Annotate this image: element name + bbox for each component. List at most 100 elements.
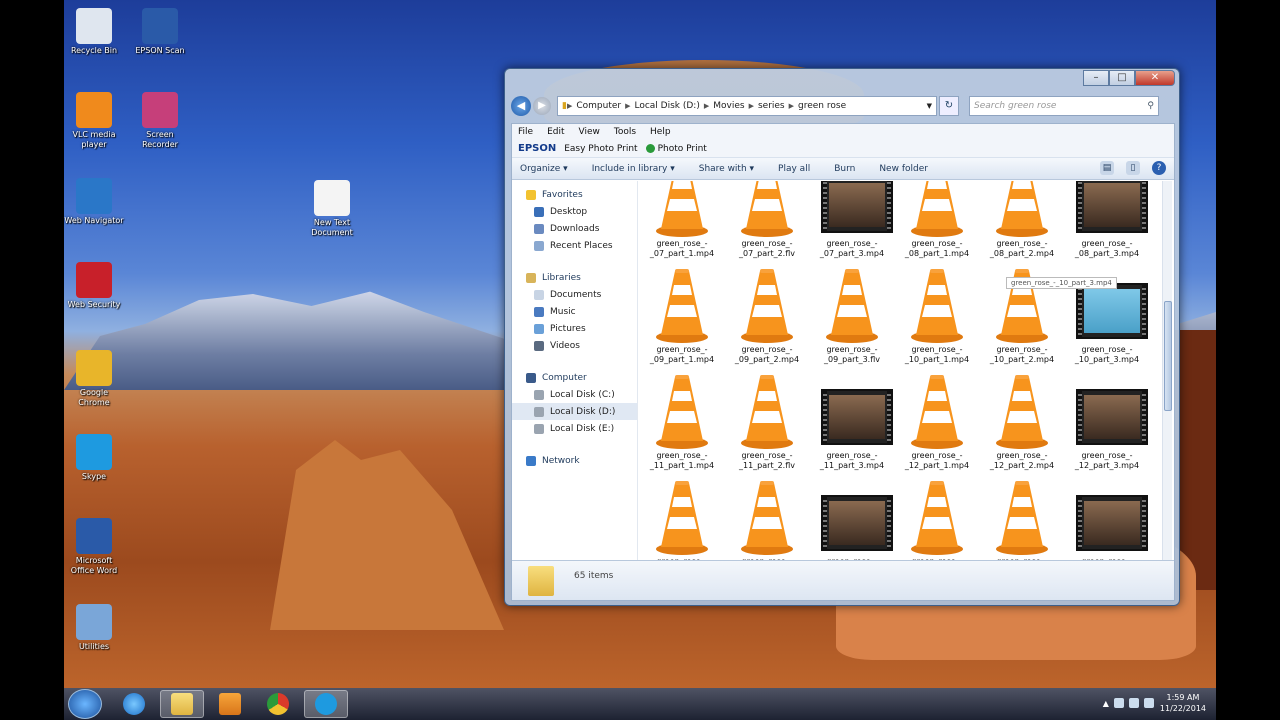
- burn-button[interactable]: Burn: [834, 164, 855, 174]
- nav-item-label: Pictures: [550, 323, 586, 334]
- refresh-button[interactable]: ↻: [939, 96, 959, 116]
- forward-button[interactable]: ▶: [533, 97, 551, 115]
- explorer-window[interactable]: – □ ✕ ◀ ▶ ▮ ▶ Computer ▶ Local Disk (D:)…: [504, 68, 1180, 606]
- video-thumbnail-icon: [1072, 479, 1148, 555]
- menu-view[interactable]: View: [579, 127, 600, 137]
- taskbar-skype[interactable]: [304, 690, 348, 718]
- nav-computer[interactable]: Computer: [512, 370, 637, 386]
- desktop-icon-epson-scan[interactable]: EPSON Scan: [130, 8, 190, 56]
- chevron-down-icon[interactable]: ▼: [927, 102, 932, 110]
- play-all-button[interactable]: Play all: [778, 164, 810, 174]
- minimize-button[interactable]: –: [1083, 70, 1109, 86]
- desktop-icon-label: New Text Document: [311, 218, 353, 237]
- close-button[interactable]: ✕: [1135, 70, 1175, 86]
- nav-item-desktop[interactable]: Desktop: [512, 203, 637, 220]
- desktop-icon-google-chrome[interactable]: Google Chrome: [64, 350, 124, 408]
- taskbar-media-player[interactable]: [208, 690, 252, 718]
- file-name: green_rose_-_12_part_3.mp4: [1074, 451, 1140, 470]
- menu-help[interactable]: Help: [650, 127, 671, 137]
- organize-button[interactable]: Organize ▾: [520, 164, 568, 174]
- breadcrumb-local-disk-d[interactable]: Local Disk (D:): [634, 101, 699, 111]
- scrollbar-thumb[interactable]: [1164, 301, 1172, 411]
- desktop-icon-screen-recorder[interactable]: Screen Recorder: [130, 92, 190, 150]
- file-item[interactable]: green_rose_-_10_part_1.mp4: [895, 267, 979, 365]
- file-item[interactable]: green_rose_-_07_part_2.flv: [725, 181, 809, 259]
- breadcrumb-movies[interactable]: Movies: [713, 101, 744, 111]
- change-view-icon[interactable]: ▤: [1100, 161, 1114, 175]
- file-item[interactable]: green_rose_-_12_part_3.mp4: [1065, 373, 1149, 471]
- share-with-button[interactable]: Share with ▾: [699, 164, 754, 174]
- flag-icon[interactable]: [1113, 698, 1124, 708]
- file-item[interactable]: green_rose_-_08_part_1.mp4: [895, 181, 979, 259]
- video-thumbnail-icon: [817, 479, 893, 555]
- file-item[interactable]: green_rose_-_11_part_3.mp4: [810, 373, 894, 471]
- address-bar[interactable]: ▮ ▶ Computer ▶ Local Disk (D:) ▶ Movies …: [557, 96, 937, 116]
- breadcrumb-series[interactable]: series: [758, 101, 785, 111]
- back-button[interactable]: ◀: [511, 96, 531, 116]
- desktop-icon-web-security[interactable]: Web Security: [64, 262, 124, 310]
- desktop-icon-web-navigator[interactable]: Web Navigator: [64, 178, 124, 226]
- file-item[interactable]: green_rose_-_12_part_2.mp4: [980, 373, 1064, 471]
- file-name: green_rose_-_07_part_1.mp4: [649, 239, 715, 258]
- desktop-icon-recycle-bin[interactable]: Recycle Bin: [64, 8, 124, 56]
- file-item[interactable]: green_rose_-_09_part_2.mp4: [725, 267, 809, 365]
- file-item[interactable]: green_rose_-_14_part_3.mp4: [1065, 479, 1149, 561]
- clock[interactable]: 1:59 AM 11/22/2014: [1160, 692, 1206, 714]
- file-item[interactable]: green_rose_-_11_part_2.flv: [725, 373, 809, 471]
- file-item[interactable]: green_rose_-_08_part_2.mp4: [980, 181, 1064, 259]
- vertical-scrollbar[interactable]: [1162, 181, 1172, 561]
- file-item[interactable]: green_rose_-_14_part_2.mp4: [980, 479, 1064, 561]
- menu-tools[interactable]: Tools: [614, 127, 636, 137]
- breadcrumb-computer[interactable]: Computer: [576, 101, 621, 111]
- taskbar-google-chrome[interactable]: [256, 690, 300, 718]
- preview-pane-icon[interactable]: ▯: [1126, 161, 1140, 175]
- vlc-cone-icon: [902, 479, 972, 555]
- nav-item-music[interactable]: Music: [512, 303, 637, 320]
- nav-libraries[interactable]: Libraries: [512, 270, 637, 286]
- menu-file[interactable]: File: [518, 127, 533, 137]
- file-item[interactable]: green_rose_-_13_part_3.mp4: [810, 479, 894, 561]
- new-folder-button[interactable]: New folder: [879, 164, 928, 174]
- nav-item-downloads[interactable]: Downloads: [512, 220, 637, 237]
- desktop-icon-utilities[interactable]: Utilities: [64, 604, 124, 652]
- photo-print-button[interactable]: Photo Print: [658, 144, 707, 154]
- volume-icon[interactable]: [1143, 698, 1154, 708]
- menu-edit[interactable]: Edit: [547, 127, 564, 137]
- desktop-icon-vlc-media-player[interactable]: VLC media player: [64, 92, 124, 150]
- nav-item-local-disk-d[interactable]: Local Disk (D:): [512, 403, 637, 420]
- taskbar-windows-explorer[interactable]: [160, 690, 204, 718]
- nav-item-videos[interactable]: Videos: [512, 337, 637, 354]
- show-hidden-icons-icon[interactable]: ▲: [1103, 699, 1109, 708]
- breadcrumb-green-rose[interactable]: green rose: [798, 101, 846, 111]
- file-item[interactable]: green_rose_-_07_part_1.mp4: [640, 181, 724, 259]
- file-item[interactable]: green_rose_-_11_part_1.mp4: [640, 373, 724, 471]
- network-icon[interactable]: [1128, 698, 1139, 708]
- nav-item-pictures[interactable]: Pictures: [512, 320, 637, 337]
- nav-item-local-disk-e[interactable]: Local Disk (E:): [512, 420, 637, 437]
- nav-favorites[interactable]: Favorites: [512, 187, 637, 203]
- easy-photo-print-button[interactable]: Easy Photo Print: [564, 144, 637, 154]
- desktop-icon-skype[interactable]: Skype: [64, 434, 124, 482]
- help-icon[interactable]: ?: [1152, 161, 1166, 175]
- file-item[interactable]: green_rose_-_09_part_1.mp4: [640, 267, 724, 365]
- nav-network[interactable]: Network: [512, 453, 637, 469]
- search-input[interactable]: Search green rose ⚲: [969, 96, 1159, 116]
- desktop-icon-new-text-document[interactable]: New Text Document: [302, 180, 362, 238]
- file-item[interactable]: green_rose_-_09_part_3.flv: [810, 267, 894, 365]
- file-item[interactable]: green_rose_-_07_part_3.mp4: [810, 181, 894, 259]
- file-item[interactable]: green_rose_-_14_part_1.mp4: [895, 479, 979, 561]
- nav-item-local-disk-c[interactable]: Local Disk (C:): [512, 386, 637, 403]
- desktop-icon-microsoft-office-word[interactable]: Microsoft Office Word: [64, 518, 124, 576]
- file-item[interactable]: green_rose_-_13_part_2.mp4: [725, 479, 809, 561]
- include-in-library-button[interactable]: Include in library ▾: [592, 164, 675, 174]
- nav-item-documents[interactable]: Documents: [512, 286, 637, 303]
- nav-item-recent-places[interactable]: Recent Places: [512, 237, 637, 254]
- start-button[interactable]: [68, 689, 102, 719]
- maximize-button[interactable]: □: [1109, 70, 1135, 86]
- drive-icon: [534, 389, 544, 400]
- file-item[interactable]: green_rose_-_12_part_1.mp4: [895, 373, 979, 471]
- file-item[interactable]: green_rose_-_08_part_3.mp4: [1065, 181, 1149, 259]
- taskbar-internet-explorer[interactable]: [112, 690, 156, 718]
- file-item[interactable]: green_rose_-_13_part_1.flv: [640, 479, 724, 561]
- vlc-cone-icon: [817, 267, 887, 343]
